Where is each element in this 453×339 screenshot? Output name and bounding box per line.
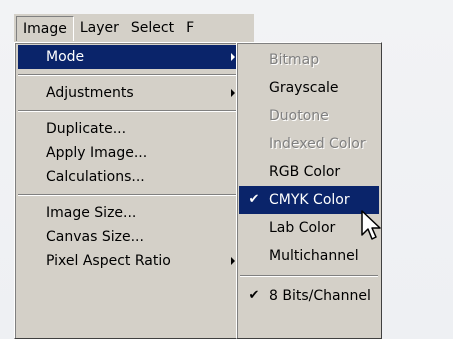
menu-item-label: Multichannel: [269, 248, 359, 264]
menu-item-label: Grayscale: [269, 80, 339, 96]
check-icon: ✔: [248, 288, 260, 303]
mode-item-grayscale[interactable]: Grayscale: [239, 74, 379, 102]
menu-item-label: Bitmap: [269, 52, 320, 68]
menu-item-adjustments[interactable]: Adjustments: [18, 81, 243, 105]
submenu-arrow-icon: [231, 53, 235, 61]
menu-item-label: Apply Image...: [46, 145, 148, 161]
menu-image[interactable]: Image: [16, 15, 74, 41]
menu-separator: [18, 110, 243, 112]
menu-item-label: Adjustments: [46, 85, 134, 101]
menu-item-apply-image[interactable]: Apply Image...: [18, 141, 243, 165]
image-menu-dropdown: Mode Adjustments Duplicate... Apply Imag…: [14, 42, 247, 339]
menu-item-pixel-aspect-ratio[interactable]: Pixel Aspect Ratio: [18, 249, 243, 273]
menu-select[interactable]: Select: [125, 16, 180, 40]
menu-item-label: RGB Color: [269, 164, 341, 180]
menu-item-label: Lab Color: [269, 220, 336, 236]
menu-item-label: 8 Bits/Channel: [269, 288, 371, 304]
menu-filter-partial[interactable]: F: [180, 16, 200, 40]
menu-item-canvas-size[interactable]: Canvas Size...: [18, 225, 243, 249]
mode-item-indexed-color[interactable]: Indexed Color: [239, 130, 379, 158]
menu-bar: Image Layer Select F: [14, 14, 254, 42]
mode-item-rgb-color[interactable]: RGB Color: [239, 158, 379, 186]
menu-item-label: Canvas Size...: [46, 229, 144, 245]
menu-item-label: Duplicate...: [46, 121, 127, 137]
menu-separator: [18, 74, 243, 76]
mode-item-8-bits-channel[interactable]: ✔ 8 Bits/Channel: [239, 282, 379, 310]
menu-item-label: Calculations...: [46, 169, 145, 185]
menu-item-mode[interactable]: Mode: [18, 45, 243, 69]
menu-item-label: Mode: [46, 49, 85, 65]
arrow-cursor-icon: [360, 210, 388, 244]
menu-item-label: Duotone: [269, 108, 329, 124]
mode-submenu: Bitmap Grayscale Duotone Indexed Color R…: [236, 42, 382, 339]
mode-item-bitmap[interactable]: Bitmap: [239, 46, 379, 74]
mode-item-multichannel[interactable]: Multichannel: [239, 242, 379, 270]
menu-separator: [18, 194, 243, 196]
menu-item-calculations[interactable]: Calculations...: [18, 165, 243, 189]
mode-item-duotone[interactable]: Duotone: [239, 102, 379, 130]
menu-item-label: Pixel Aspect Ratio: [46, 253, 171, 269]
menu-layer[interactable]: Layer: [74, 16, 125, 40]
menu-item-duplicate[interactable]: Duplicate...: [18, 117, 243, 141]
submenu-arrow-icon: [231, 257, 235, 265]
menu-item-label: CMYK Color: [269, 192, 350, 208]
mode-item-cmyk-color[interactable]: ✔ CMYK Color: [239, 186, 379, 214]
menu-separator: [240, 275, 378, 277]
menu-item-image-size[interactable]: Image Size...: [18, 201, 243, 225]
menu-item-label: Image Size...: [46, 205, 137, 221]
check-icon: ✔: [248, 192, 260, 207]
menu-item-label: Indexed Color: [269, 136, 366, 152]
mode-item-lab-color[interactable]: Lab Color: [239, 214, 379, 242]
submenu-arrow-icon: [231, 89, 235, 97]
